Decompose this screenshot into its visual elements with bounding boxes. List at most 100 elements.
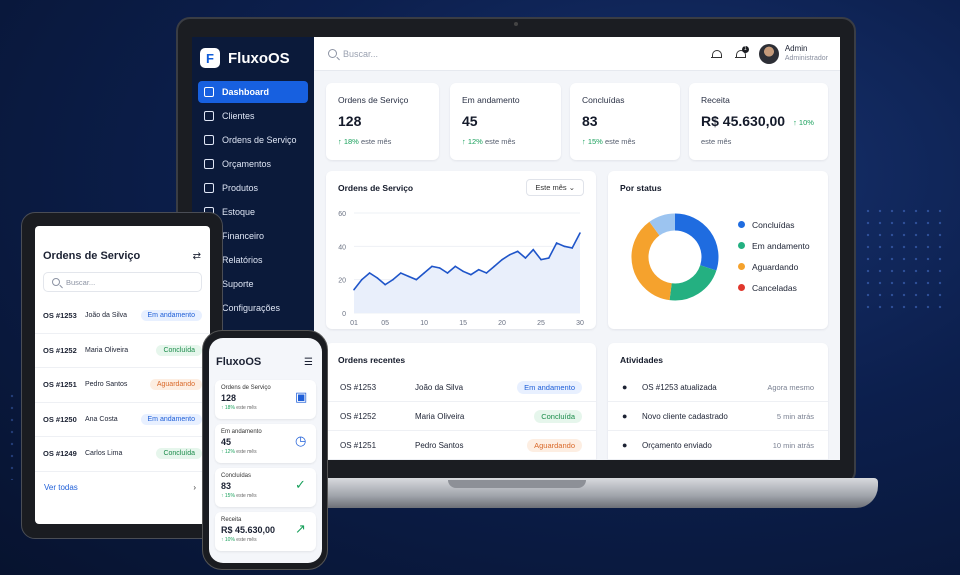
order-id: OS #1253 [340,382,377,392]
sidebar-item-0[interactable]: Dashboard [198,81,308,103]
sidebar-item-label: Relatórios [222,255,263,265]
activity-icon: ● [622,382,628,392]
user-role: Administrador [784,54,828,62]
phone-kpi-card[interactable]: Ordens de Serviço 128 ↑ 18% este mês ▣ [215,380,316,419]
kpi-value: 83 [582,113,598,129]
kpi-delta-value: ↑ 12% [221,449,235,455]
recent-orders-card: Ordens recentes OS #1253 João da Silva Em … [326,343,596,460]
period-select[interactable]: Este mês ⌄ [526,179,584,196]
sidebar-item-2[interactable]: Ordens de Serviço [198,129,308,151]
sidebar-item-label: Estoque [222,207,256,217]
filter-icon[interactable]: ⇄ [193,251,201,262]
kpi-delta-value: ↑ 18% [221,405,235,411]
activity-icon: ● [622,411,628,421]
nav-icon [204,135,214,145]
table-row[interactable]: OS #1252 Maria Oliveira Concluída [326,402,596,431]
sidebar-item-label: Financeiro [222,231,265,241]
data-point [516,250,519,253]
recent-orders-title: Ordens recentes [338,355,406,365]
kpi-label: Receita [701,95,730,105]
list-item[interactable]: OS #1249 Carlos Lima Concluída [35,437,210,472]
orders-chart-card: Ordens de Serviço Este mês ⌄ 0 20 40 60 01 05… [326,171,596,329]
kpi-value: 45 [462,113,478,129]
kpi-value: 128 [338,113,362,129]
legend-item: Aguardando [738,256,810,277]
data-point [470,273,472,276]
activities-card: Atividades ● OS #1253 atualizada Agora mes… [608,343,828,460]
data-point [555,242,558,244]
activity-time: 10 min atrás [772,440,814,450]
legend-label: Aguardando [752,261,799,272]
kpi-delta: ↑ 12% este mês [221,449,316,455]
order-id: OS #1251 [43,380,77,390]
status-legend: Concluídas Em andamento Aguardando Cancelad… [738,214,810,298]
activity-item[interactable]: ● OS #1253 atualizada Agora mesmo [608,373,828,402]
legend-dot [738,221,745,228]
data-point [540,258,542,261]
menu-icon[interactable]: ☰ [304,357,313,368]
user-menu[interactable]: Admin Administrador [785,44,828,64]
data-point [462,270,464,273]
logo-icon: F [200,48,220,68]
status-badge: Em andamento [140,310,202,322]
kpi-delta: ↑ 18% este mês [221,405,316,411]
view-all-label: Ver todas [44,482,78,492]
period-label: Este mês [535,183,567,192]
sidebar-item-1[interactable]: Clientes [198,105,308,127]
sidebar-item-label: Suporte [222,279,254,289]
notifications-icon[interactable]: 1 [734,45,749,59]
data-point [376,277,379,279]
tablet-search-input[interactable]: Buscar... [43,272,202,292]
avatar[interactable] [758,43,779,64]
status-badge: Aguardando [149,379,202,391]
activity-text: OS #1253 atualizada [642,382,717,392]
status-badge: Em andamento [140,413,202,425]
data-point [477,268,480,271]
status-badge: Concluída [156,344,202,356]
table-row[interactable]: OS #1251 Pedro Santos Aguardando [326,431,596,460]
order-client: João da Silva [85,312,128,320]
view-all-link[interactable]: Ver todas › [35,472,210,492]
x-tick-label: 10 [420,320,428,327]
list-item[interactable]: OS #1250 Ana Costa Em andamento [35,403,210,437]
kpi-delta-note: este mês [484,137,516,146]
kpi-delta-note: este mês [236,449,257,455]
order-client: Carlos Lima [85,450,123,458]
activity-text: Novo cliente cadastrado [642,411,728,421]
kpi-delta: ↑ 15% este mês [582,137,680,146]
activity-item[interactable]: ● Novo cliente cadastrado 5 min atrás [608,402,828,431]
list-item[interactable]: OS #1253 João da Silva Em andamento [35,299,210,334]
list-item[interactable]: OS #1252 Maria Oliveira Concluída [35,334,210,368]
activity-item[interactable]: ● Orçamento enviado 10 min atrás [608,431,828,460]
bell-icon[interactable] [710,49,722,59]
kpi-card: Concluídas 83 ↑ 15% este mês [570,83,680,160]
tablet-title: Ordens de Serviço [43,250,141,262]
table-row[interactable]: OS #1253 João da Silva Em andamento [326,373,596,402]
phone-kpi-card[interactable]: Receita R$ 45.630,00 ↑ 10% este mês ↗ [215,512,316,551]
app-logo[interactable]: F FluxoOS [192,37,314,71]
sidebar-item-3[interactable]: Orçamentos [198,153,308,175]
data-point [579,232,581,234]
order-client: João da Silva [415,382,464,392]
kpi-delta-value: ↑ 15% [221,493,235,499]
kpi-delta-note: este mês [236,493,257,499]
search-input[interactable]: Buscar... [328,49,711,59]
kpi-icon: ▣ [295,389,308,404]
sidebar-item-label: Ordens de Serviço [222,135,297,145]
legend-dot [738,242,745,249]
list-item[interactable]: OS #1251 Pedro Santos Aguardando [35,368,210,403]
nav-icon [204,183,214,193]
data-point [548,257,550,259]
nav-icon [204,111,214,121]
sidebar-item-4[interactable]: Produtos [198,177,308,199]
search-icon [328,49,337,58]
data-point [392,278,394,281]
order-id: OS #1250 [43,414,77,424]
kpi-card: Em andamento 45 ↑ 12% este mês [450,83,561,160]
tablet-search-placeholder: Buscar... [66,277,96,287]
phone-kpi-card[interactable]: Em andamento 45 ↑ 12% este mês ◷ [215,424,316,463]
kpi-delta-value: ↑ 12% [462,137,483,146]
phone-kpi-card[interactable]: Concluídas 83 ↑ 15% este mês ✓ [215,468,316,507]
data-point [360,278,363,281]
x-tick-label: 30 [576,320,584,327]
